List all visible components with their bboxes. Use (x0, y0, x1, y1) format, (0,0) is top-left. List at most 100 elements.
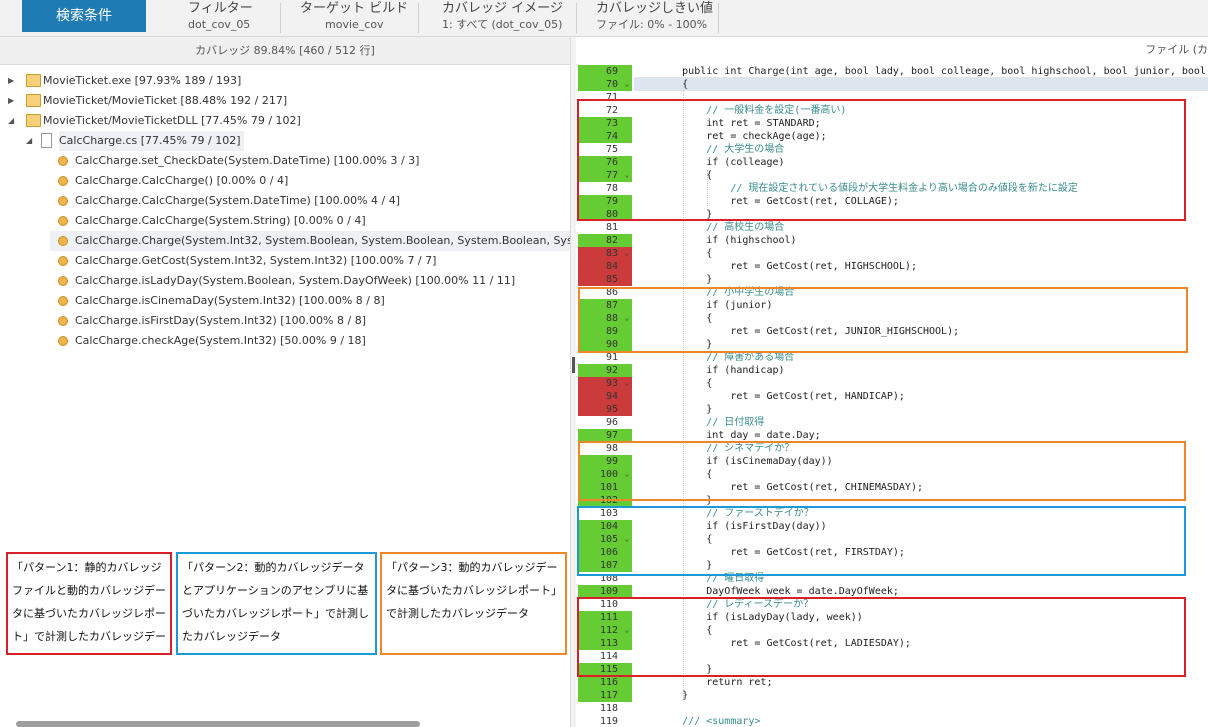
folder-icon (26, 114, 41, 127)
expand-arrow-icon[interactable]: ▶ (8, 91, 18, 111)
tree-item-method[interactable]: CalcCharge.CalcCharge() [0.00% 0 / 4] (58, 171, 568, 191)
tree-item-label: CalcCharge.CalcCharge() [0.00% 0 / 4] (75, 174, 289, 187)
line-number-label: 97 (605, 430, 618, 441)
line-number-label: 83 (605, 248, 618, 259)
line-number-label: 95 (605, 404, 618, 415)
tree-item-method[interactable]: CalcCharge.checkAge(System.Int32) [50.00… (58, 331, 568, 351)
target-build-selector[interactable]: ターゲット ビルド movie_cov (300, 0, 408, 36)
line-number: 84 (578, 260, 632, 273)
tree-item-label: CalcCharge.Charge(System.Int32, System.B… (75, 234, 570, 247)
collapse-arrow-icon[interactable]: ◢ (8, 111, 18, 131)
target-build-value: movie_cov (325, 18, 384, 31)
line-number-label: 85 (605, 274, 618, 285)
pattern1-region-box (577, 99, 1186, 221)
line-number-label: 91 (605, 352, 618, 363)
file-icon (41, 133, 52, 148)
tree-item-label: MovieTicket/MovieTicketDLL [77.45% 79 / … (43, 114, 301, 127)
line-number-label: 94 (605, 391, 618, 402)
code-line: { (634, 378, 713, 389)
collapse-arrow-icon[interactable]: ◢ (26, 131, 36, 151)
line-number-label: 119 (599, 716, 618, 727)
line-number-label: 117 (599, 690, 618, 701)
code-line: } (634, 274, 713, 285)
tree-item[interactable]: ◢ MovieTicket/MovieTicketDLL [77.45% 79 … (8, 111, 568, 131)
line-number[interactable]: 83 ⌄ (578, 247, 632, 260)
toolbar-divider (576, 3, 577, 33)
line-number-label: 109 (599, 586, 618, 597)
filter-label: フィルター (188, 1, 253, 16)
pattern3-region-box (578, 441, 1186, 501)
line-number[interactable]: 93 ⌄ (578, 377, 632, 390)
toolbar-divider (418, 3, 419, 33)
pattern3-note: 「パターン3：動的カバレッジデータに基づいたカバレッジレポート」で計測したカバレ… (380, 552, 567, 655)
tree-item-label: CalcCharge.isCinemaDay(System.Int32) [10… (75, 294, 385, 307)
tree-item-method[interactable]: CalcCharge.isCinemaDay(System.Int32) [10… (58, 291, 568, 311)
code-line: { (634, 79, 689, 90)
tree-item[interactable]: ▶ MovieTicket/MovieTicket [88.48% 192 / … (8, 91, 568, 111)
code-line: { (634, 248, 713, 259)
code-line: return ret; (634, 677, 773, 688)
line-number: 95 (578, 403, 632, 416)
toolbar-divider (280, 3, 281, 33)
splitter-grip-icon[interactable] (572, 357, 575, 373)
fold-chevron-icon[interactable]: ⌄ (625, 377, 629, 390)
line-number[interactable]: 70 ⌄ (578, 78, 632, 91)
tree-item-method-selected[interactable]: CalcCharge.Charge(System.Int32, System.B… (58, 231, 570, 251)
method-icon (58, 336, 68, 346)
line-number: 119 (578, 715, 632, 727)
tree-item-label: CalcCharge.cs [77.45% 79 / 102] (59, 131, 245, 151)
tree-item-label: CalcCharge.isLadyDay(System.Boolean, Sys… (75, 274, 516, 287)
tree-item-label: CalcCharge.GetCost(System.Int32, System.… (75, 254, 437, 267)
method-icon (58, 316, 68, 326)
tree-item-method[interactable]: CalcCharge.set_CheckDate(System.DateTime… (58, 151, 568, 171)
pattern2-note: 「パターン2：動的カバレッジデータとアプリケーションのアセンブリに基づいたカバレ… (176, 552, 377, 655)
coverage-threshold-label: カバレッジしきい値 (596, 1, 714, 16)
tree-item[interactable]: ▶ MovieTicket.exe [97.93% 189 / 193] (8, 71, 568, 91)
line-number-label: 96 (605, 417, 618, 428)
fold-chevron-icon[interactable]: ⌄ (625, 78, 629, 91)
tree-item-method[interactable]: CalcCharge.CalcCharge(System.DateTime) [… (58, 191, 568, 211)
current-line-highlight (634, 77, 1208, 91)
fold-chevron-icon[interactable]: ⌄ (625, 247, 629, 260)
line-number-label: 70 (605, 79, 618, 90)
tree-item-method[interactable]: CalcCharge.isLadyDay(System.Boolean, Sys… (58, 271, 568, 291)
line-number-label: 118 (599, 703, 618, 714)
tree-item-label: CalcCharge.set_CheckDate(System.DateTime… (75, 154, 420, 167)
tree-item-label: CalcCharge.CalcCharge(System.String) [0.… (75, 214, 366, 227)
method-icon (58, 256, 68, 266)
coverage-image-value: 1: すべて (dot_cov_05) (442, 18, 563, 31)
search-conditions-button[interactable]: 検索条件 (22, 0, 146, 32)
line-number: 92 (578, 364, 632, 377)
tree-item-method[interactable]: CalcCharge.isFirstDay(System.Int32) [100… (58, 311, 568, 331)
line-number: 82 (578, 234, 632, 247)
tree-item-method[interactable]: CalcCharge.CalcCharge(System.String) [0.… (58, 211, 568, 231)
tree-item-file[interactable]: ◢ CalcCharge.cs [77.45% 79 / 102] (26, 131, 245, 151)
line-number-label: 69 (605, 66, 618, 77)
file-pane-header: ファイル (カ (576, 37, 1208, 62)
line-number-label: 81 (605, 222, 618, 233)
coverage-summary: カバレッジ 89.84% [460 / 512 行] (0, 37, 570, 65)
file-pane-title: ファイル (カ (1145, 43, 1208, 56)
tree-item-label: CalcCharge.CalcCharge(System.DateTime) [… (75, 194, 401, 207)
code-line: ret = GetCost(ret, HIGHSCHOOL); (634, 261, 917, 272)
method-icon (58, 176, 68, 186)
code-line: if (highschool) (634, 235, 797, 246)
line-number-label: 116 (599, 677, 618, 688)
horizontal-scrollbar[interactable] (16, 721, 420, 727)
coverage-image-selector[interactable]: カバレッジ イメージ 1: すべて (dot_cov_05) (442, 0, 563, 36)
filter-selector[interactable]: フィルター dot_cov_05 (188, 0, 253, 36)
pattern3-region-box (578, 287, 1188, 353)
top-toolbar: 検索条件 フィルター dot_cov_05 ターゲット ビルド movie_co… (0, 0, 1208, 37)
code-line: // 高校生の場合 (634, 222, 785, 233)
coverage-threshold-selector[interactable]: カバレッジしきい値 ファイル: 0% - 100% (596, 0, 713, 36)
tree-item-method[interactable]: CalcCharge.GetCost(System.Int32, System.… (58, 251, 568, 271)
line-number-label: 82 (605, 235, 618, 246)
expand-arrow-icon[interactable]: ▶ (8, 71, 18, 91)
method-icon (58, 236, 68, 246)
folder-icon (26, 74, 41, 87)
toolbar-divider (718, 3, 719, 33)
method-icon (58, 216, 68, 226)
code-line: ret = GetCost(ret, HANDICAP); (634, 391, 905, 402)
method-icon (58, 276, 68, 286)
filter-value: dot_cov_05 (188, 18, 251, 31)
